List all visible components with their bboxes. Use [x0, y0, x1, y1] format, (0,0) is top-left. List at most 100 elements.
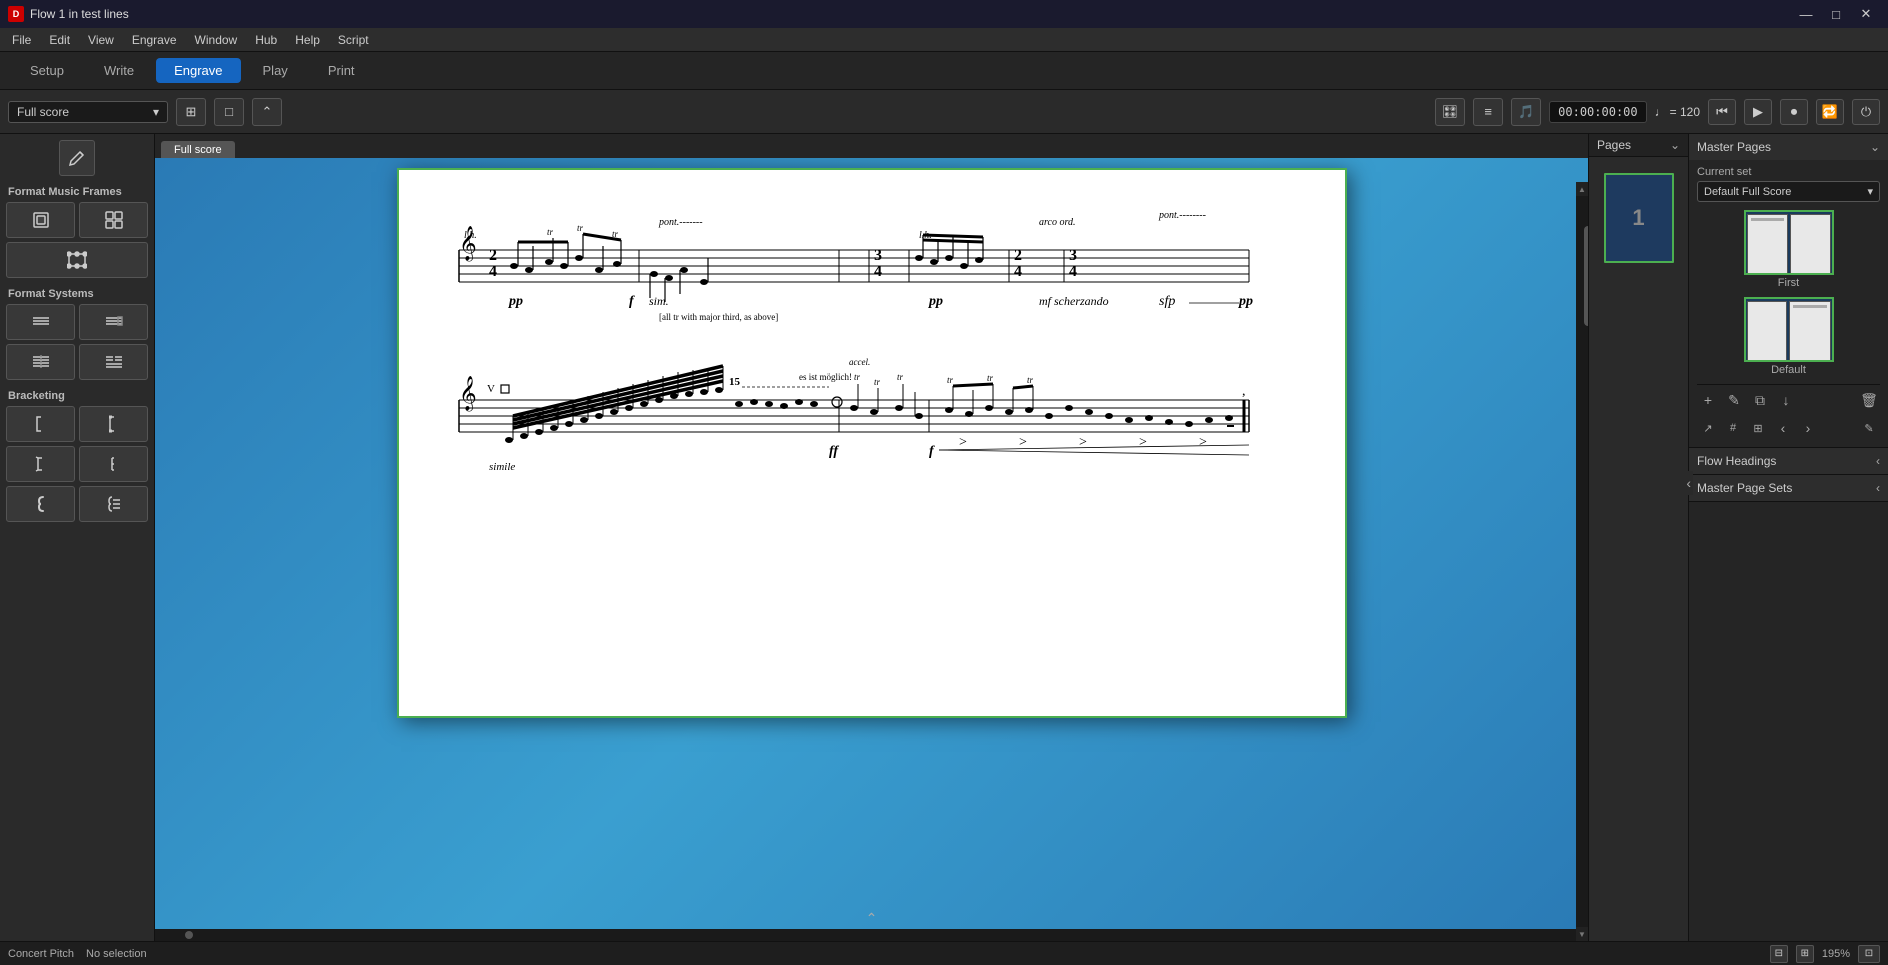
eq-btn[interactable]: ≡ — [1473, 98, 1503, 126]
menu-engrave[interactable]: Engrave — [124, 31, 185, 49]
score-page: 𝄞 2 4 — [397, 168, 1347, 718]
layout-btn-2[interactable]: □ — [214, 98, 244, 126]
first-page-thumb-container — [1697, 210, 1880, 275]
master-pages-header[interactable]: Master Pages ⌄ — [1689, 134, 1888, 160]
menu-edit[interactable]: Edit — [41, 31, 78, 49]
tool-resize-frame[interactable] — [6, 242, 148, 278]
vertical-scrollbar[interactable]: ▲ ▼ — [1576, 182, 1588, 941]
svg-text:>: > — [959, 435, 967, 450]
power-btn[interactable]: ⏻ — [1852, 99, 1880, 125]
default-page-thumb-container — [1697, 297, 1880, 362]
first-master-page-thumb[interactable] — [1744, 210, 1834, 275]
svg-text:V: V — [487, 383, 495, 395]
svg-text:,: , — [1242, 384, 1246, 399]
zoom-level: 195% — [1822, 948, 1850, 960]
tool-system-3[interactable] — [6, 344, 75, 380]
mp-next-btn[interactable]: › — [1797, 417, 1819, 439]
master-pages-chevron: ⌄ — [1870, 140, 1880, 154]
default-master-page-thumb[interactable] — [1744, 297, 1834, 362]
add-master-page-btn[interactable]: + — [1697, 389, 1719, 411]
mixer-btn[interactable]: 🎛 — [1435, 98, 1465, 126]
tool-system-1[interactable] — [6, 304, 75, 340]
svg-text:pp: pp — [1238, 294, 1253, 309]
close-button[interactable]: ✕ — [1852, 4, 1880, 24]
svg-text:pp: pp — [928, 294, 943, 309]
scroll-up[interactable]: ▲ — [1576, 182, 1588, 196]
flow-headings-section: Flow Headings ‹ — [1689, 448, 1888, 475]
right-edge-collapse[interactable]: ‹ — [1688, 471, 1693, 495]
menu-script[interactable]: Script — [330, 31, 377, 49]
svg-text:simile: simile — [489, 461, 515, 473]
pages-collapse[interactable]: ⌄ — [1670, 138, 1680, 152]
score-canvas: 𝄞 2 4 — [155, 158, 1588, 941]
right-properties-panel: ‹ Master Pages ⌄ Current set Default Ful… — [1688, 134, 1888, 941]
tool-move-frame[interactable] — [79, 202, 148, 238]
menu-file[interactable]: File — [4, 31, 39, 49]
mp-edit-last-btn[interactable]: ✎ — [1858, 417, 1880, 439]
tab-play[interactable]: Play — [245, 58, 306, 83]
tool-bracket-1[interactable] — [6, 406, 75, 442]
tab-engrave[interactable]: Engrave — [156, 58, 240, 83]
scroll-down[interactable]: ▼ — [1576, 927, 1588, 941]
svg-text:4: 4 — [874, 263, 882, 280]
format-music-frames-title: Format Music Frames — [6, 182, 148, 202]
tool-bracket-3[interactable] — [6, 446, 75, 482]
format-systems-title: Format Systems — [6, 284, 148, 304]
tool-system-4[interactable] — [79, 344, 148, 380]
master-page-sets-header[interactable]: Master Page Sets ‹ — [1689, 475, 1888, 501]
menu-hub[interactable]: Hub — [247, 31, 285, 49]
app-icon: D — [8, 6, 24, 22]
zoom-in-btn[interactable]: ⊞ — [1796, 945, 1814, 963]
tab-setup[interactable]: Setup — [12, 58, 82, 83]
svg-text:4: 4 — [1014, 263, 1022, 280]
tempo-display: ♩ = 120 — [1655, 105, 1700, 119]
mp-new-btn[interactable]: ↗ — [1697, 417, 1719, 439]
score-tab-full[interactable]: Full score — [161, 141, 235, 158]
collapse-btn[interactable]: ⌃ — [252, 98, 282, 126]
menu-window[interactable]: Window — [187, 31, 246, 49]
window-controls: — □ ✕ — [1792, 4, 1880, 24]
scroll-thumb[interactable] — [1584, 226, 1588, 326]
export-master-page-btn[interactable]: ↓ — [1775, 389, 1797, 411]
app-title: D Flow 1 in test lines — [8, 6, 129, 22]
menu-help[interactable]: Help — [287, 31, 328, 49]
copy-master-page-btn[interactable]: ⧉ — [1749, 389, 1771, 411]
svg-text:mf scherzando: mf scherzando — [1039, 294, 1109, 308]
edit-master-page-btn[interactable]: ✎ — [1723, 389, 1745, 411]
tool-system-2[interactable] — [79, 304, 148, 340]
pages-panel-header[interactable]: Pages ⌄ — [1589, 134, 1688, 157]
tool-bracket-2[interactable] — [79, 406, 148, 442]
horizontal-scrollbar[interactable] — [155, 929, 1576, 941]
mp-grid-btn[interactable]: ⊞ — [1747, 417, 1769, 439]
pencil-tool[interactable] — [59, 140, 95, 176]
maximize-button[interactable]: □ — [1822, 4, 1850, 24]
delete-master-page-btn[interactable]: 🗑 — [1858, 389, 1880, 411]
current-set-selector[interactable]: Default Full Score ▾ — [1697, 181, 1880, 202]
tool-brace[interactable] — [6, 486, 75, 522]
pages-panel: Pages ⌄ 1 — [1588, 134, 1688, 941]
tab-write[interactable]: Write — [86, 58, 152, 83]
play-btn[interactable]: ▶ — [1744, 99, 1772, 125]
tool-select-frame[interactable] — [6, 202, 75, 238]
audio-btn[interactable]: 🎵 — [1511, 98, 1541, 126]
scroll-center-btn[interactable]: ⌃ — [866, 910, 878, 927]
svg-text:2: 2 — [1014, 247, 1022, 264]
page-1-thumb[interactable]: 1 — [1604, 173, 1674, 263]
tab-print[interactable]: Print — [310, 58, 373, 83]
mp-hash-btn[interactable]: # — [1722, 417, 1744, 439]
menu-view[interactable]: View — [80, 31, 122, 49]
minimize-button[interactable]: — — [1792, 4, 1820, 24]
score-selector[interactable]: Full score ▾ — [8, 101, 168, 123]
svg-text:tr: tr — [874, 377, 881, 387]
loop-btn[interactable]: 🔁 — [1816, 99, 1844, 125]
fit-page-btn[interactable]: ⊡ — [1858, 945, 1880, 963]
layout-btn-1[interactable]: ⊞ — [176, 98, 206, 126]
default-page-label: Default — [1697, 364, 1880, 376]
tool-sub-bracket[interactable] — [79, 446, 148, 482]
mp-prev-btn[interactable]: ‹ — [1772, 417, 1794, 439]
record-btn[interactable]: ⏺ — [1780, 99, 1808, 125]
zoom-out-btn[interactable]: ⊟ — [1770, 945, 1788, 963]
tool-brace-lines[interactable] — [79, 486, 148, 522]
rewind-btn[interactable]: ⏮ — [1708, 99, 1736, 125]
flow-headings-header[interactable]: Flow Headings ‹ — [1689, 448, 1888, 474]
